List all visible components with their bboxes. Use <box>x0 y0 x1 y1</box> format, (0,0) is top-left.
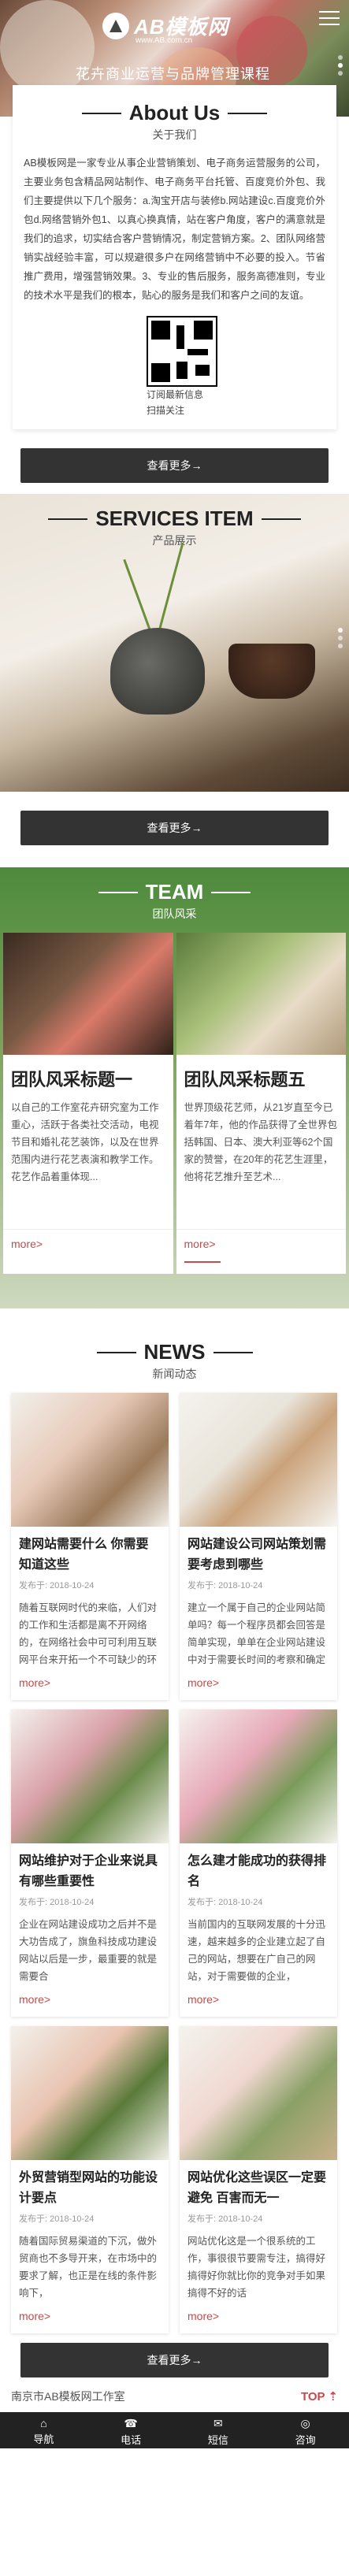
news-card[interactable]: 外贸营销型网站的功能设计要点 发布于: 2018-10-24 随着国际贸易渠道的… <box>11 2026 169 2333</box>
about-heading: About Us <box>82 101 268 125</box>
news-card[interactable]: 建网站需要什么 你需要知道这些 发布于: 2018-10-24 随着互联网时代的… <box>11 1393 169 1700</box>
news-subheading: 新闻动态 <box>152 1368 197 1380</box>
team-card-text: 世界顶级花艺师，从21岁直至今已着年7年，他的作品获得了全世界包括韩国、日本、澳… <box>184 1102 337 1182</box>
qr-caption-2: 扫描关注 <box>147 405 185 416</box>
about-more-button[interactable]: 查看更多→ <box>20 448 329 483</box>
pager-dot[interactable] <box>338 636 343 640</box>
services-pager[interactable] <box>338 628 343 648</box>
news-text: 当前国内的互联网发展的十分迅速，越来越多的企业建立起了自己的网站，想要在广自己的… <box>187 1919 326 1982</box>
nav-sms[interactable]: ✉ 短信 <box>175 2412 262 2448</box>
bowl-image <box>228 644 315 699</box>
team-card-title: 团队风采标题一 <box>11 1070 133 1089</box>
pager-dot[interactable] <box>338 644 343 648</box>
team-photo <box>176 933 346 1055</box>
news-section: NEWS 新闻动态 建网站需要什么 你需要知道这些 发布于: 2018-10-2… <box>0 1308 349 2377</box>
bottom-nav: ⌂ 导航 ☎ 电话 ✉ 短信 ◎ 咨询 <box>0 2412 349 2448</box>
news-text: 随着国际贸易渠道的下沉，做外贸商也不多导开来，在市场中的要求了解，也正是在线的条… <box>19 2236 158 2299</box>
news-date: 发布于: 2018-10-24 <box>187 1581 263 1591</box>
services-subheading: 产品展示 <box>152 534 197 547</box>
news-card[interactable]: 怎么建才能成功的获得排名 发布于: 2018-10-24 当前国内的互联网发展的… <box>180 1709 337 2017</box>
services-section: SERVICES ITEM 产品展示 <box>0 494 349 792</box>
news-text: 随着互联网时代的来临，人们对的工作和生活都是离不开网络的，在网络社会中可可利用互… <box>19 1602 158 1665</box>
news-date: 发布于: 2018-10-24 <box>19 2214 95 2224</box>
vase-image <box>110 628 205 715</box>
pager-dot[interactable] <box>338 628 343 633</box>
home-icon: ⌂ <box>40 2417 47 2429</box>
branch-decor <box>157 542 184 635</box>
news-date: 发布于: 2018-10-24 <box>19 1898 95 1907</box>
news-text: 网站优化这是一个很系统的工作，事很很节要需专注，搞得好搞得好你就比你的竞争对手如… <box>187 2236 326 2299</box>
news-card[interactable]: 网站建设公司网站策划需要考虑到哪些 发布于: 2018-10-24 建立一个属于… <box>180 1393 337 1700</box>
team-card-more-link[interactable]: more> <box>3 1229 173 1261</box>
pager-dot[interactable] <box>338 71 343 76</box>
news-more-link[interactable]: more> <box>180 1985 337 2017</box>
about-subheading: 关于我们 <box>152 128 197 141</box>
team-card-text: 以自己的工作室花卉研究室为工作重心，活跃于各类社交活动，电视节目和婚礼花艺装饰，… <box>11 1102 159 1182</box>
news-title[interactable]: 怎么建才能成功的获得排名 <box>180 1843 337 1895</box>
qr-caption: 订阅最新信息 <box>147 389 204 400</box>
news-card[interactable]: 网站维护对于企业来说具有哪些重要性 发布于: 2018-10-24 企业在网站建… <box>11 1709 169 2017</box>
logo-subtitle: www.AB.com.cn <box>136 36 193 45</box>
news-image <box>180 2026 337 2160</box>
news-title[interactable]: 建网站需要什么 你需要知道这些 <box>11 1527 169 1579</box>
team-card-more-link[interactable]: more> <box>176 1229 346 1261</box>
news-more-link[interactable]: more> <box>11 2302 169 2333</box>
news-title[interactable]: 外贸营销型网站的功能设计要点 <box>11 2160 169 2212</box>
services-more-button[interactable]: 查看更多→ <box>20 811 329 845</box>
news-more-link[interactable]: more> <box>11 1668 169 1700</box>
news-title[interactable]: 网站建设公司网站策划需要考虑到哪些 <box>180 1527 337 1579</box>
footer-info: 南京市AB模板网工作室 TOP ⇡ <box>0 2377 349 2412</box>
about-text: AB模板网是一家专业从事企业营销策划、电子商务运营服务的公司，主要业务包含精品网… <box>24 158 325 301</box>
team-subheading: 团队风采 <box>152 908 197 920</box>
news-title[interactable]: 网站维护对于企业来说具有哪些重要性 <box>11 1843 169 1895</box>
news-image <box>11 1393 169 1527</box>
team-card[interactable]: 团队风采标题五 世界顶级花艺师，从21岁直至今已着年7年，他的作品获得了全世界包… <box>176 933 346 1274</box>
logo-mark-icon <box>102 12 129 39</box>
chat-icon: ◎ <box>300 2417 310 2429</box>
hero-title: 花卉商业运营与品牌管理课程 <box>76 66 270 82</box>
mail-icon: ✉ <box>213 2417 223 2429</box>
company-name: 南京市AB模板网工作室 <box>11 2390 125 2403</box>
news-more-link[interactable]: more> <box>180 2302 337 2333</box>
pager-dot[interactable] <box>338 63 343 68</box>
team-card[interactable]: 团队风采标题一 以自己的工作室花卉研究室为工作重心，活跃于各类社交活动，电视节目… <box>3 933 173 1274</box>
hero-pager[interactable] <box>338 55 343 76</box>
news-title[interactable]: 网站优化这些误区一定要避免 百害而无一 <box>180 2160 337 2212</box>
team-photo <box>3 933 173 1055</box>
news-image <box>11 1709 169 1843</box>
pager-dot[interactable] <box>338 55 343 60</box>
team-heading: TEAM <box>98 880 251 904</box>
news-date: 发布于: 2018-10-24 <box>187 1898 263 1907</box>
news-image <box>180 1709 337 1843</box>
news-heading: NEWS <box>97 1340 253 1364</box>
team-card-title: 团队风采标题五 <box>184 1070 306 1089</box>
news-card[interactable]: 网站优化这些误区一定要避免 百害而无一 发布于: 2018-10-24 网站优化… <box>180 2026 337 2333</box>
about-section: About Us 关于我们 AB模板网是一家专业从事企业营销策划、电子商务运营服… <box>13 85 336 429</box>
phone-icon: ☎ <box>124 2417 138 2429</box>
news-date: 发布于: 2018-10-24 <box>187 2214 263 2224</box>
news-text: 企业在网站建设成功之后并不是大功告成了，旗鱼科技成功建设网站以后是一步，最重要的… <box>19 1919 158 1982</box>
news-image <box>180 1393 337 1527</box>
news-text: 建立一个属于自己的企业网站简单吗？每一个程序员都会回答是简单实现，单单在企业网站… <box>187 1602 326 1665</box>
services-heading: SERVICES ITEM <box>48 507 300 531</box>
nav-phone[interactable]: ☎ 电话 <box>87 2412 175 2448</box>
news-more-link[interactable]: more> <box>180 1668 337 1700</box>
team-section: TEAM 团队风采 团队风采标题一 以自己的工作室花卉研究室为工作重心，活跃于各… <box>0 867 349 1308</box>
nav-consult[interactable]: ◎ 咨询 <box>262 2412 349 2448</box>
news-more-button[interactable]: 查看更多→ <box>20 2343 329 2377</box>
back-to-top-button[interactable]: TOP ⇡ <box>301 2389 338 2403</box>
nav-home[interactable]: ⌂ 导航 <box>0 2412 87 2448</box>
news-more-link[interactable]: more> <box>11 1985 169 2017</box>
qr-code <box>147 316 217 387</box>
news-image <box>11 2026 169 2160</box>
menu-icon[interactable] <box>319 11 340 27</box>
news-date: 发布于: 2018-10-24 <box>19 1581 95 1591</box>
